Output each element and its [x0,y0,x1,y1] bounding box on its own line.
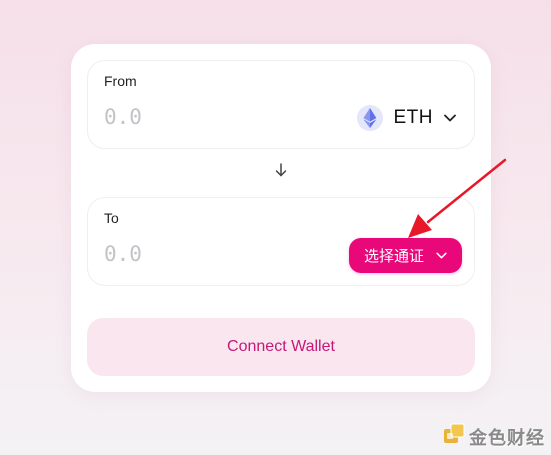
chevron-down-icon [444,114,456,122]
watermark-text: 金色财经 [469,427,545,448]
watermark: 金色财经 [443,423,545,450]
connect-wallet-button[interactable]: Connect Wallet [87,318,475,376]
swap-direction-arrow-icon[interactable] [273,162,289,178]
to-amount-input[interactable] [104,242,254,266]
from-amount-input[interactable] [104,105,254,129]
from-label: From [104,73,137,89]
select-token-button[interactable]: 选择通证 [349,238,462,273]
from-token-name: ETH [393,107,433,128]
from-panel: From ETH [87,60,475,149]
watermark-logo-icon [443,423,465,450]
ethereum-icon [356,105,383,131]
to-label: To [104,210,119,226]
chevron-down-icon [436,252,447,259]
swap-card: From ETH To [71,44,491,392]
from-token-selector[interactable]: ETH [356,105,457,131]
to-panel: To 选择通证 [87,197,475,286]
select-token-label: 选择通证 [363,248,424,265]
